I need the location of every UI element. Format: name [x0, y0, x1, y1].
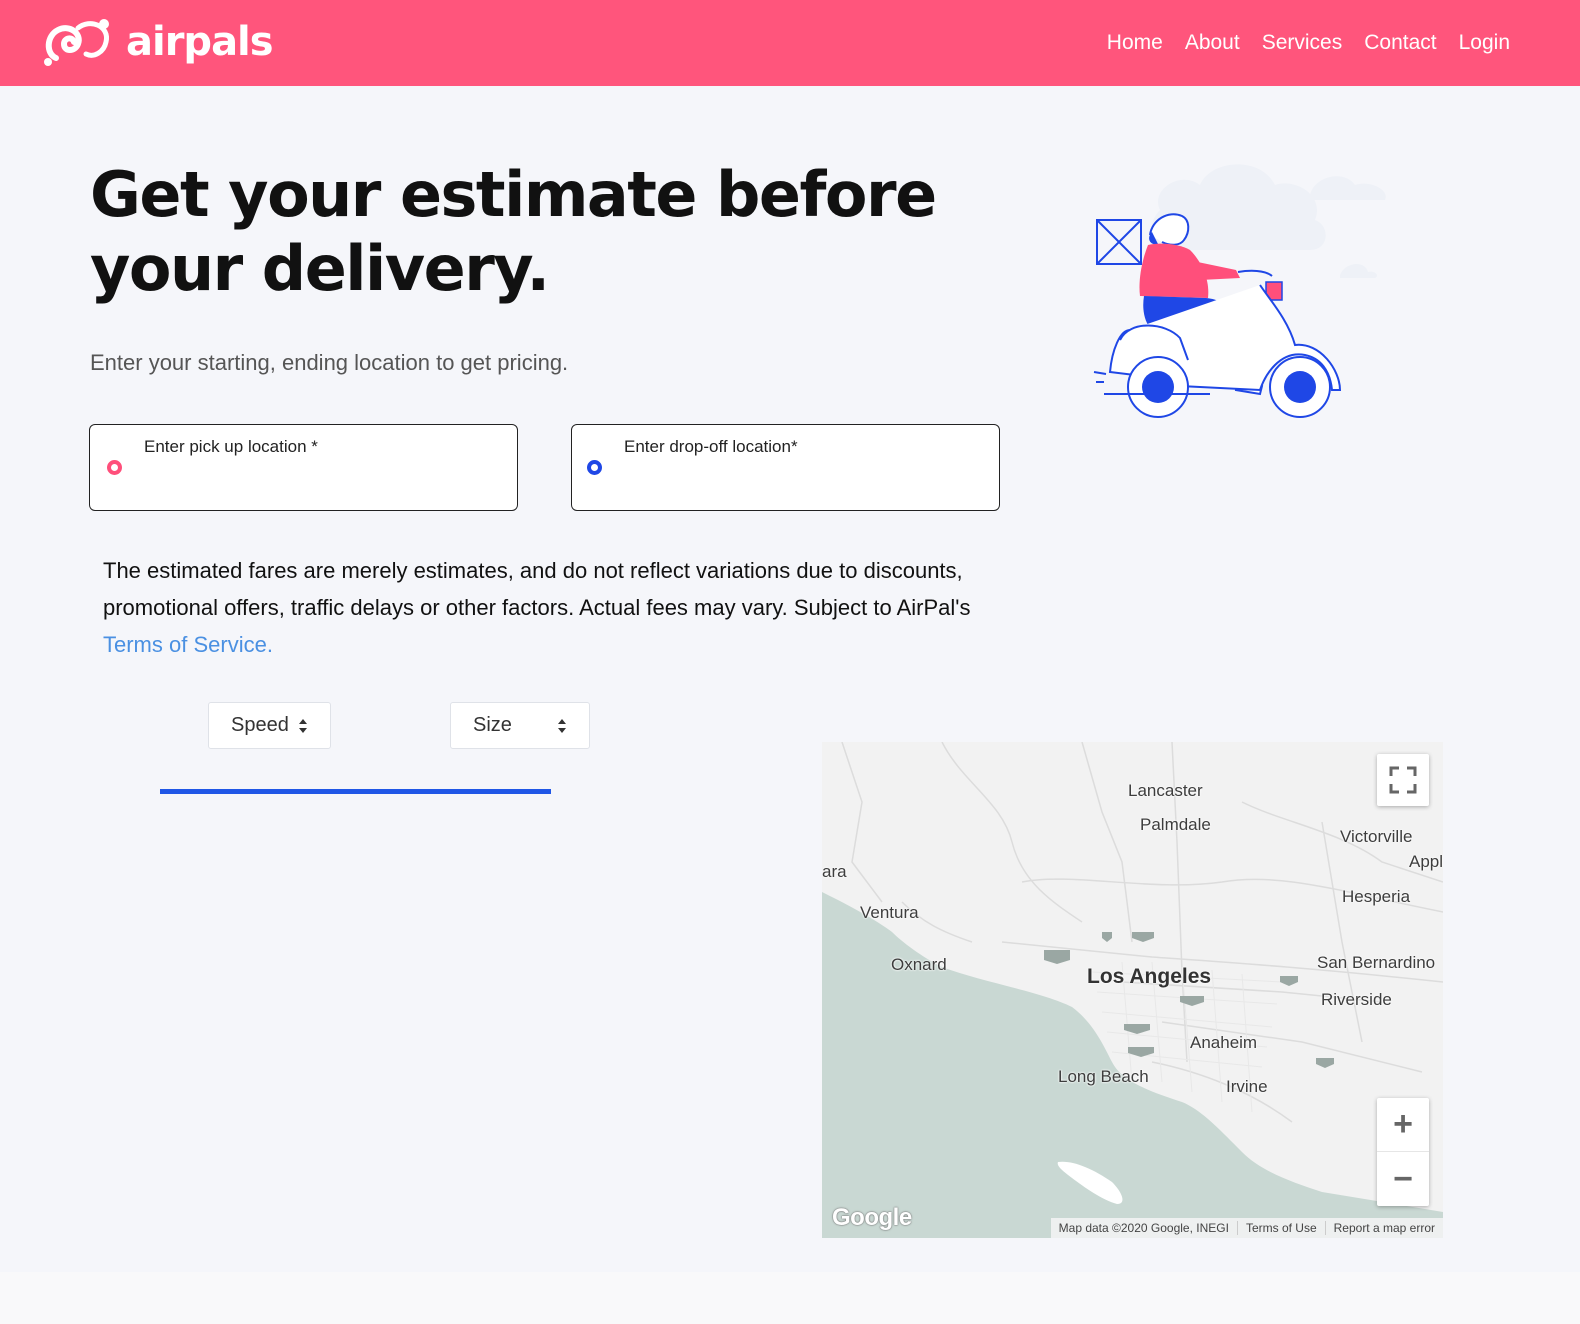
map-city-label: ara: [822, 862, 847, 881]
map-city-label: Hesperia: [1342, 887, 1411, 906]
navbar: airpals Home About Services Contact Logi…: [0, 0, 1580, 86]
page-subtitle: Enter your starting, ending location to …: [90, 350, 569, 375]
nav-about[interactable]: About: [1185, 31, 1240, 55]
page-title: Get your estimate before your delivery.: [90, 158, 937, 305]
dropoff-marker-icon: [587, 460, 602, 475]
dropoff-location-input[interactable]: [626, 469, 976, 497]
fare-disclaimer: The estimated fares are merely estimates…: [103, 552, 1003, 663]
disclaimer-text: The estimated fares are merely estimates…: [103, 558, 971, 620]
map-data-credit: Map data ©2020 Google, INEGI: [1051, 1221, 1238, 1235]
pickup-location-field[interactable]: Enter pick up location *: [89, 424, 518, 511]
brand-logo[interactable]: airpals: [42, 14, 274, 70]
map-city-label: Oxnard: [891, 955, 947, 974]
size-select-label: Size: [473, 714, 512, 736]
map-city-label: Anaheim: [1190, 1033, 1258, 1052]
map-attribution: Map data ©2020 Google, INEGI Terms of Us…: [1050, 1218, 1443, 1238]
map-city-label: Ventura: [860, 903, 919, 922]
speed-select-label: Speed: [231, 714, 289, 736]
airpals-swirl-icon: [44, 19, 109, 66]
map-city-label: Riverside: [1321, 990, 1392, 1009]
active-tab-indicator: [160, 789, 551, 794]
map-fullscreen-button[interactable]: [1377, 754, 1429, 806]
map-city-label: Palmdale: [1140, 815, 1211, 834]
speed-select[interactable]: Speed: [208, 702, 331, 749]
size-select[interactable]: Size: [450, 702, 590, 749]
nav-home[interactable]: Home: [1107, 31, 1163, 55]
map-city-label: Long Beach: [1058, 1067, 1149, 1086]
map-terms-link[interactable]: Terms of Use: [1238, 1221, 1326, 1235]
sort-caret-icon: [558, 719, 566, 733]
map-city-label: Victorville: [1340, 827, 1413, 846]
map-city-label: San Bernardino: [1317, 953, 1436, 972]
map-view[interactable]: Lancaster Palmdale Victorville Appl ara …: [822, 742, 1443, 1238]
google-logo: Google: [832, 1204, 912, 1231]
map-city-label: Irvine: [1226, 1077, 1268, 1096]
dropoff-location-label: Enter drop-off location*: [624, 437, 798, 456]
scooter-delivery-illustration: [1090, 150, 1410, 425]
pickup-location-input[interactable]: [144, 469, 494, 497]
map-city-label: Los Angeles: [1087, 965, 1212, 988]
map-city-label: Lancaster: [1128, 781, 1203, 800]
nav-services[interactable]: Services: [1262, 31, 1343, 55]
map-zoom-controls: + −: [1377, 1098, 1429, 1206]
sort-caret-icon: [299, 719, 307, 733]
zoom-in-button[interactable]: +: [1377, 1098, 1429, 1152]
pickup-location-label: Enter pick up location *: [144, 437, 318, 456]
pickup-marker-icon: [107, 460, 122, 475]
map-report-error-link[interactable]: Report a map error: [1326, 1221, 1443, 1235]
nav-login[interactable]: Login: [1459, 31, 1510, 55]
terms-of-service-link[interactable]: Terms of Service.: [103, 632, 273, 657]
map-city-label: Appl: [1409, 852, 1443, 871]
nav-contact[interactable]: Contact: [1364, 31, 1436, 55]
main-nav: Home About Services Contact Login: [1107, 0, 1510, 86]
fullscreen-icon: [1389, 766, 1417, 794]
zoom-out-button[interactable]: −: [1377, 1152, 1429, 1206]
dropoff-location-field[interactable]: Enter drop-off location*: [571, 424, 1000, 511]
footer-band: [0, 1272, 1580, 1324]
brand-name: airpals: [126, 19, 274, 65]
